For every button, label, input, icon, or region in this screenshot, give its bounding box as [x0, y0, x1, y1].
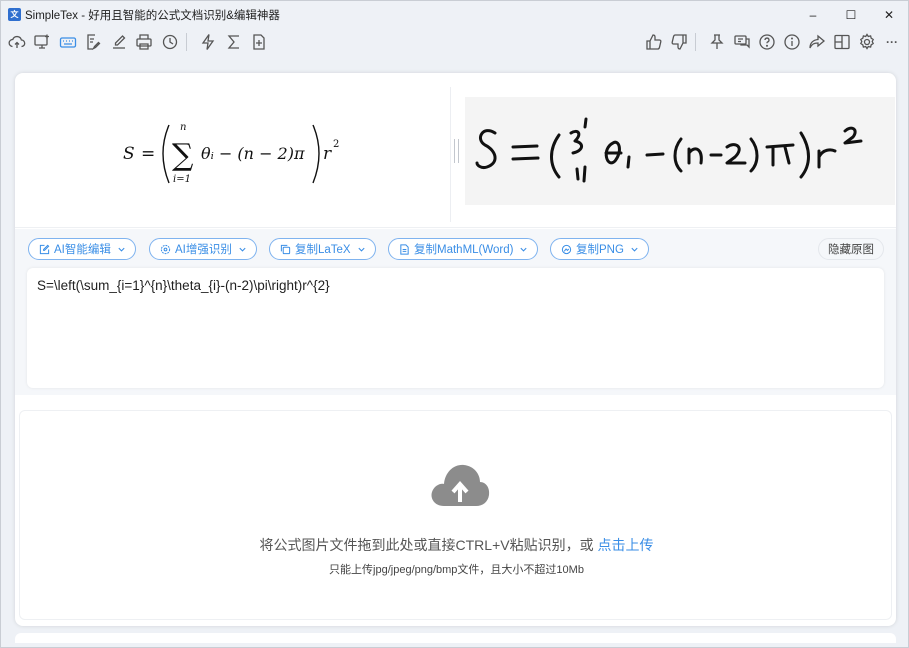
upload-constraints: 只能上传jpg/jpeg/png/bmp文件，且大小不超过10Mb [329, 564, 584, 576]
edit-icon [39, 244, 50, 254]
copy-latex-label: 复制LaTeX [295, 244, 351, 256]
window-title: SimpleTex - 好用且智能的公式文档识别&编辑神器 [25, 9, 280, 22]
formula-eq: = [141, 144, 155, 164]
sum-symbol: ∑ [172, 138, 194, 173]
preview-row: S = n ∑ i=1 θᵢ − (n − 2)π r 2 [15, 73, 896, 228]
copy-icon [280, 244, 291, 254]
formula-lhs: S [123, 144, 135, 164]
chevron-down-icon [239, 247, 246, 252]
title-bar: 文 SimpleTex - 好用且智能的公式文档识别&编辑神器 – ☐ ✕ [1, 1, 908, 28]
rendered-formula: S = n ∑ i=1 θᵢ − (n − 2)π r 2 [15, 73, 450, 228]
layout-icon[interactable] [832, 32, 852, 52]
thumbs-up-icon[interactable] [644, 32, 664, 52]
copy-png-button[interactable]: 复制PNG [550, 238, 649, 260]
main-card: S = n ∑ i=1 θᵢ − (n − 2)π r 2 AI智能编辑 AI增… [15, 73, 896, 626]
ai-enhance-label: AI增强识别 [175, 244, 232, 256]
ai-edit-button[interactable]: AI智能编辑 [28, 238, 136, 260]
bottom-panel-edge [15, 633, 896, 643]
sum-lower: i=1 [173, 174, 191, 185]
keyboard-icon[interactable] [58, 32, 78, 52]
window-controls: – ☐ ✕ [794, 1, 908, 28]
pin-icon[interactable] [707, 32, 727, 52]
printer-icon[interactable] [134, 32, 154, 52]
handwriting-icon[interactable] [109, 32, 129, 52]
formula-body: θᵢ − (n − 2)π [201, 144, 305, 163]
upload-dropzone[interactable]: 将公式图片文件拖到此处或直接CTRL+V粘贴识别，或 点击上传 只能上传jpg/… [19, 410, 892, 620]
hide-original-button[interactable]: 隐藏原图 [818, 238, 884, 260]
enhance-icon [160, 244, 171, 254]
cloud-upload-icon[interactable] [7, 32, 27, 52]
toolbar-right: ··· [639, 32, 902, 52]
help-icon[interactable] [757, 32, 777, 52]
copy-png-label: 复制PNG [576, 244, 624, 256]
copy-mathml-button[interactable]: 复制MathML(Word) [388, 238, 539, 260]
sum-upper: n [180, 122, 186, 133]
chevron-down-icon [358, 247, 365, 252]
document-icon [400, 243, 409, 255]
chevron-down-icon [520, 247, 528, 252]
history-icon[interactable] [160, 32, 180, 52]
chat-icon[interactable] [732, 32, 752, 52]
copy-latex-button[interactable]: 复制LaTeX [269, 238, 376, 260]
maximize-button[interactable]: ☐ [832, 1, 870, 28]
chevron-down-icon [631, 247, 638, 252]
app-window: 文 SimpleTex - 好用且智能的公式文档识别&编辑神器 – ☐ ✕ ··… [0, 0, 909, 648]
ai-edit-label: AI智能编辑 [54, 244, 111, 256]
pane-divider [450, 87, 451, 222]
thumbs-down-icon[interactable] [669, 32, 689, 52]
chevron-down-icon [118, 247, 125, 252]
screen-capture-icon[interactable] [32, 32, 52, 52]
formula-rhs: r [323, 144, 332, 164]
latex-editor[interactable]: S=\left(\sum_{i=1}^{n}\theta_{i}-(n-2)\p… [27, 268, 884, 388]
rendered-formula-svg: S = n ∑ i=1 θᵢ − (n − 2)π r 2 [123, 122, 339, 185]
sigma-icon[interactable] [224, 32, 244, 52]
app-logo: 文 [8, 8, 21, 21]
lightning-icon[interactable] [198, 32, 218, 52]
settings-icon[interactable] [857, 32, 877, 52]
original-image [465, 97, 895, 205]
info-icon[interactable] [782, 32, 802, 52]
upload-hint-text: 将公式图片文件拖到此处或直接CTRL+V粘贴识别，或 [259, 537, 594, 553]
resize-handle[interactable] [454, 139, 459, 163]
close-button[interactable]: ✕ [870, 1, 908, 28]
minimize-button[interactable]: – [794, 1, 832, 28]
more-icon[interactable]: ··· [882, 32, 902, 52]
toolbar: ··· [1, 29, 908, 55]
ai-enhance-button[interactable]: AI增强识别 [149, 238, 257, 260]
upload-link[interactable]: 点击上传 [597, 537, 653, 553]
copy-mathml-label: 复制MathML(Word) [414, 244, 514, 256]
toolbar-divider-right [695, 33, 696, 51]
left-paren [162, 124, 170, 184]
document-add-icon[interactable] [249, 32, 269, 52]
upload-hint: 将公式图片文件拖到此处或直接CTRL+V粘贴识别，或 点击上传 [20, 535, 893, 555]
image-icon [561, 244, 572, 254]
action-bar: AI智能编辑 AI增强识别 复制LaTeX 复制MathML(Word) 复制P [15, 229, 896, 267]
cloud-upload-icon [431, 464, 490, 506]
document-edit-icon[interactable] [83, 32, 103, 52]
share-icon[interactable] [807, 32, 827, 52]
toolbar-divider [185, 33, 187, 51]
formula-exp: 2 [333, 139, 339, 150]
handwritten-formula-image [475, 117, 863, 183]
right-paren [312, 124, 320, 184]
